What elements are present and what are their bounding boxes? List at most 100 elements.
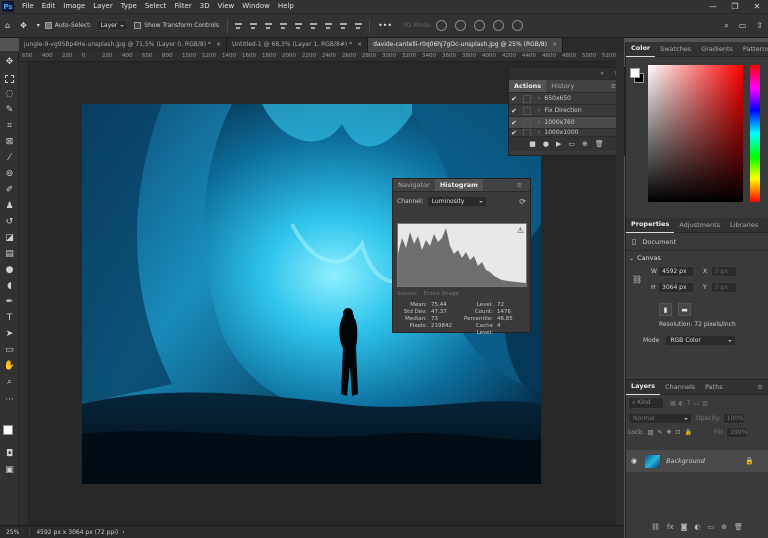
check-icon[interactable]: ✔ — [509, 129, 519, 136]
check-icon[interactable]: ✔ — [509, 107, 519, 115]
filter-icons[interactable]: ▦◐T▭▨ — [670, 400, 711, 407]
channel-dropdown[interactable]: Luminosity — [426, 195, 488, 207]
tab-adjustments[interactable]: Adjustments — [674, 218, 725, 233]
home-icon[interactable]: ⌂ — [5, 21, 10, 30]
color-fg-swatch[interactable] — [630, 68, 640, 78]
add-mask-icon[interactable]: ◙ — [681, 523, 688, 531]
tab-layers[interactable]: Layers — [626, 379, 661, 395]
hue-slider[interactable] — [750, 65, 760, 202]
fx-icon[interactable]: fx — [667, 523, 674, 531]
refresh-icon[interactable]: ⟳ — [519, 197, 526, 206]
distribute-icon[interactable] — [324, 21, 333, 30]
record-icon[interactable]: ● — [543, 140, 549, 148]
fill-field[interactable]: 100% — [726, 426, 748, 438]
path-selection-tool-icon[interactable]: ➤ — [4, 329, 15, 340]
eyedropper-tool-icon[interactable]: ⁄ — [4, 153, 15, 164]
align-middle-icon[interactable] — [294, 21, 303, 30]
tab-libraries[interactable]: Libraries — [725, 218, 763, 233]
adjustment-layer-icon[interactable]: ◐ — [694, 523, 700, 531]
mode-dropdown[interactable]: RGB Color — [665, 335, 736, 346]
dialog-toggle[interactable] — [523, 94, 531, 103]
document-info[interactable]: 4592 px x 3064 px (72 ppi) — [29, 528, 118, 536]
tab-paths[interactable]: Paths — [700, 380, 728, 395]
auto-select-checkbox[interactable] — [44, 22, 55, 30]
auto-select-dropdown[interactable]: Layer — [95, 20, 129, 31]
action-row[interactable]: ✔ › 1000x1000 — [509, 129, 624, 137]
close-window-button[interactable]: ✕ — [746, 0, 768, 13]
minimize-button[interactable]: — — [702, 0, 724, 13]
menu-window[interactable]: Window — [238, 0, 274, 13]
tab-color[interactable]: Color — [626, 41, 656, 57]
foreground-color-swatch[interactable] — [3, 425, 13, 435]
tab-channels[interactable]: Channels — [660, 380, 700, 395]
tab-actions[interactable]: Actions — [509, 80, 547, 92]
rectangle-tool-icon[interactable]: ▭ — [4, 345, 15, 356]
new-set-icon[interactable]: ▭ — [568, 140, 575, 148]
zoom-tool-icon[interactable]: ⌕ — [4, 377, 15, 388]
x-field[interactable]: 0 px — [711, 266, 737, 277]
more-options-icon[interactable]: ••• — [378, 21, 392, 30]
close-tab-icon[interactable]: × — [357, 41, 362, 48]
menu-3d[interactable]: 3D — [196, 0, 214, 13]
type-tool-icon[interactable]: T — [4, 313, 15, 324]
close-tab-icon[interactable]: × — [552, 41, 557, 48]
tab-gradients[interactable]: Gradients — [696, 42, 738, 57]
expand-icon[interactable]: › — [538, 107, 540, 114]
distribute-vertical-icon[interactable] — [354, 21, 363, 30]
delete-layer-icon[interactable]: 🗑 — [734, 523, 743, 531]
panel-menu-icon[interactable]: ≡ — [512, 179, 527, 191]
expand-icon[interactable]: › — [538, 129, 540, 136]
check-icon[interactable]: ✔ — [509, 119, 519, 127]
blur-tool-icon[interactable]: ● — [4, 265, 15, 276]
tool-preset-dropdown[interactable]: ▾ — [37, 22, 40, 29]
restore-button[interactable]: ❐ — [724, 0, 746, 13]
panel-menu-icon[interactable]: ≡ — [753, 380, 768, 395]
play-icon[interactable]: ▶ — [556, 140, 561, 148]
expand-icon[interactable]: › — [538, 119, 540, 126]
move-tool-icon[interactable]: ✥ — [4, 57, 15, 68]
align-left-icon[interactable] — [234, 21, 243, 30]
action-row[interactable]: ✔ › Fix Direction — [509, 105, 624, 117]
collapse-icon[interactable]: » — [595, 68, 609, 80]
opacity-field[interactable]: 100% — [722, 412, 745, 424]
align-right-icon[interactable] — [264, 21, 273, 30]
expand-icon[interactable]: › — [538, 95, 540, 102]
3d-slide-icon[interactable] — [492, 20, 504, 31]
hand-tool-icon[interactable]: ✋ — [4, 361, 15, 372]
menu-image[interactable]: Image — [59, 0, 89, 13]
new-layer-icon[interactable]: ⊕ — [721, 523, 727, 531]
menu-filter[interactable]: Filter — [170, 0, 195, 13]
width-field[interactable]: 4592 px — [658, 266, 694, 277]
landscape-icon[interactable]: ▬ — [678, 303, 691, 316]
tab-properties[interactable]: Properties — [626, 217, 675, 233]
link-icon[interactable]: ⛓ — [632, 275, 642, 284]
chevron-down-icon[interactable]: ⌄ — [629, 255, 634, 262]
eraser-tool-icon[interactable]: ◪ — [4, 233, 15, 244]
trash-icon[interactable]: 🗑 — [595, 140, 604, 148]
kind-filter-dropdown[interactable]: ⌕ Kind — [628, 397, 664, 409]
quick-mask-icon[interactable]: ◘ — [4, 449, 15, 460]
tab-history[interactable]: History — [546, 80, 579, 92]
distribute-horizontal-icon[interactable] — [339, 21, 348, 30]
color-saturation-field[interactable] — [648, 65, 743, 202]
new-action-icon[interactable]: ⊕ — [582, 140, 588, 148]
action-row-selected[interactable]: ✔ › 1000x760 — [509, 117, 624, 129]
lock-icon[interactable]: 🔒 — [745, 457, 754, 465]
screen-mode-icon[interactable]: ▣ — [4, 465, 15, 476]
panel-menu-icon[interactable]: ≡ — [763, 218, 768, 233]
y-field[interactable]: 0 px — [711, 282, 737, 293]
lasso-tool-icon[interactable]: ◌ — [4, 89, 15, 100]
layer-name[interactable]: Background — [666, 457, 705, 465]
edit-toolbar-icon[interactable]: ··· — [4, 395, 15, 406]
source-dropdown[interactable]: Entire Image — [424, 291, 459, 297]
workspace-icon[interactable]: ▭ — [739, 21, 747, 30]
menu-help[interactable]: Help — [274, 0, 298, 13]
check-icon[interactable]: ✔ — [509, 95, 519, 103]
crop-tool-icon[interactable]: ⌗ — [4, 121, 15, 132]
tab-untitled[interactable]: Untitled-1 @ 68,3% (Layer 1, RGB/8#) * × — [226, 38, 369, 52]
healing-brush-tool-icon[interactable]: ⊚ — [4, 169, 15, 180]
brush-tool-icon[interactable]: ✐ — [4, 185, 15, 196]
portrait-icon[interactable]: ▮ — [659, 303, 672, 316]
dialog-toggle[interactable] — [523, 106, 531, 115]
close-tab-icon[interactable]: × — [216, 41, 221, 48]
